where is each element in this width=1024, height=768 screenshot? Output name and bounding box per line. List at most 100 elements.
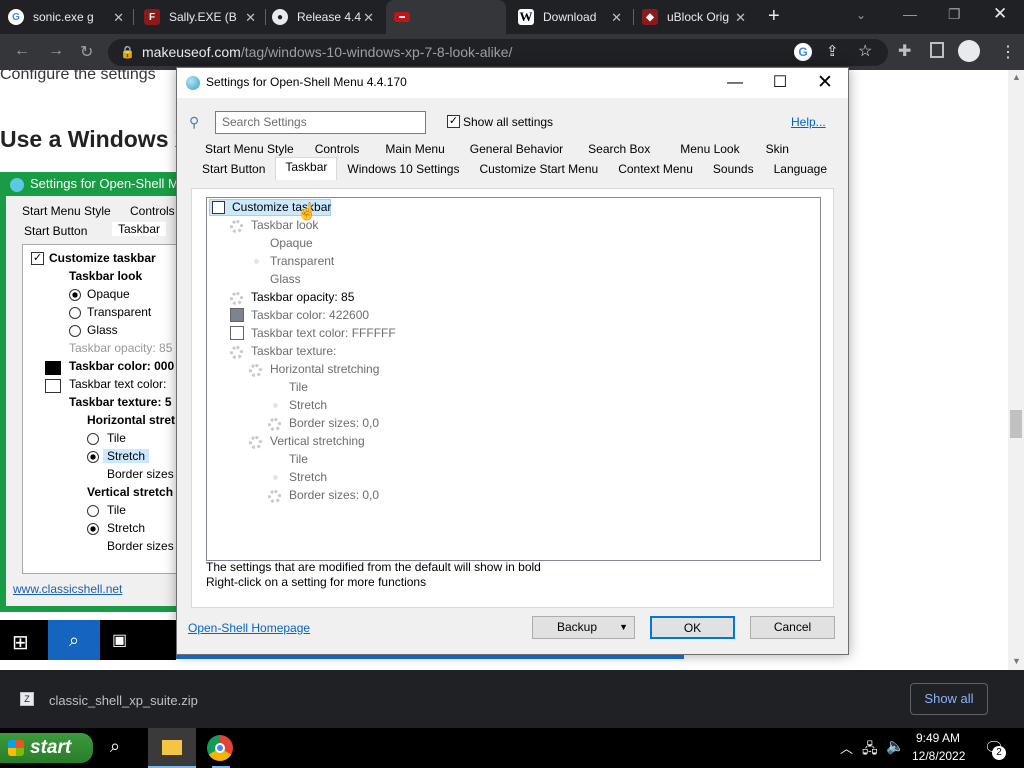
image-tree: ✓ Customize taskbar Taskbar look Opaque … [22,244,182,574]
tree-item-color[interactable]: Taskbar color: 422600 [251,306,369,324]
download-filename[interactable]: classic_shell_xp_suite.zip [49,693,198,708]
text-color-swatch [230,326,244,340]
show-all-checkbox[interactable]: ✓ [447,115,460,128]
chevron-up-icon[interactable]: ︿ [840,738,853,757]
cancel-button[interactable]: Cancel [750,616,835,639]
classicshell-link[interactable]: www.classicshell.net [13,582,122,596]
homepage-link[interactable]: Open-Shell Homepage [188,621,310,635]
close-tab-icon[interactable]: ✕ [611,10,622,26]
open-shell-icon [10,178,24,192]
share-icon[interactable]: ⇪ [826,42,839,60]
volume-icon[interactable]: 🔈 [886,737,905,755]
browser-tab[interactable]: F Sally.EXE (B ✕ [144,0,264,34]
search-icon: ⌕ [48,620,100,660]
tree-item-horizontal[interactable]: Horizontal stretching [270,360,379,378]
minimize-icon[interactable]: — [712,68,758,98]
tab-taskbar[interactable]: Taskbar [275,157,338,180]
tab-main-menu[interactable]: Main Menu [370,139,459,159]
close-window-icon[interactable]: ✕ [993,4,1007,24]
tab-search-box[interactable]: Search Box [573,139,665,159]
scroll-up-icon[interactable]: ▲ [1012,72,1021,82]
sidebar-icon[interactable] [930,42,944,58]
help-link[interactable]: Help... [791,115,826,129]
backup-button[interactable]: Backup ▼ [532,616,635,639]
close-tab-icon[interactable]: ✕ [363,10,374,26]
image-tree-item: Tile [107,431,126,445]
close-icon[interactable]: ✕ [802,68,848,98]
tab-sounds[interactable]: Sounds [703,159,764,179]
radio-icon [87,505,99,517]
show-all-button[interactable]: Show all [910,683,988,715]
page-scrollbar[interactable]: ▲ ▼ [1008,70,1024,670]
tree-item-tile[interactable]: Tile [289,378,308,396]
search-settings-input[interactable]: Search Settings [215,111,426,134]
google-lens-icon[interactable]: G [794,43,812,61]
start-button[interactable]: start [0,733,93,763]
tree-item-opaque[interactable]: Opaque [270,234,313,252]
tree-item-vertical[interactable]: Vertical stretching [270,432,365,450]
forward-icon[interactable]: → [48,42,64,60]
tree-item-texture[interactable]: Taskbar texture: [251,342,336,360]
image-tree-item: Glass [87,323,118,337]
tab-customize-start-menu[interactable]: Customize Start Menu [469,159,608,179]
settings-tree[interactable]: Customize taskbar ☝ Taskbar look Opaque … [206,197,821,561]
bold-note: The settings that are modified from the … [206,560,541,574]
menu-icon[interactable]: ⋮ [1000,42,1016,62]
restore-icon[interactable]: ❐ [948,6,961,23]
image-tree-item: Taskbar opacity: 85 [69,341,173,355]
reload-icon[interactable]: ↻ [80,42,93,62]
tree-item-text-color[interactable]: Taskbar text color: FFFFFF [251,324,396,342]
tab-context-menu[interactable]: Context Menu [608,159,703,179]
browser-tab[interactable]: G sonic.exe g ✕ [8,0,132,34]
close-tab-icon[interactable]: ✕ [735,10,746,26]
image-tab: Controls [130,204,175,218]
minimize-icon[interactable]: — [903,6,917,22]
close-tab-icon[interactable]: ✕ [113,10,124,26]
tab-general-behavior[interactable]: General Behavior [460,139,573,159]
tree-item-glass[interactable]: Glass [270,270,301,288]
network-icon[interactable]: 🖧 [862,738,878,762]
new-tab-button[interactable]: + [768,5,780,28]
close-tab-icon[interactable]: ✕ [245,10,256,26]
browser-tab[interactable]: ● Release 4.4 ✕ [272,0,382,34]
file-explorer-button[interactable] [148,728,196,768]
tab-start-menu-style[interactable]: Start Menu Style [195,139,304,159]
address-bar[interactable]: 🔒 makeuseof.com/tag/windows-10-windows-x… [108,39,888,66]
back-icon[interactable]: ← [14,42,30,60]
chrome-icon[interactable] [207,735,233,761]
clock-date[interactable]: 12/8/2022 [912,749,965,763]
tab-menu-look[interactable]: Menu Look [665,139,754,159]
profile-avatar[interactable] [958,40,980,62]
ok-button[interactable]: OK [650,616,735,639]
tree-item-border-sizes[interactable]: Border sizes: 0,0 [289,486,379,504]
browser-tab-active[interactable]: ▬ [386,0,506,34]
browser-tab[interactable]: ◆ uBlock Orig ✕ [642,0,754,34]
maximize-icon[interactable]: ☐ [757,68,803,98]
dialog-titlebar[interactable]: Settings for Open-Shell Menu 4.4.170 — ☐… [177,68,848,98]
tab-skin[interactable]: Skin [755,139,800,159]
search-icon[interactable]: ⌕ [110,736,120,757]
tab-search-icon[interactable]: ⌄ [856,8,866,22]
tree-item-border-sizes[interactable]: Border sizes: 0,0 [289,414,379,432]
tree-item-stretch[interactable]: Stretch [289,468,327,486]
tree-item-stretch[interactable]: Stretch [289,396,327,414]
downloads-bar: Z classic_shell_xp_suite.zip Show all [0,670,1024,728]
tab-start-button[interactable]: Start Button [192,159,275,179]
bookmark-star-icon[interactable]: ☆ [858,41,872,61]
tree-item-taskbar-look[interactable]: Taskbar look [251,216,318,234]
tree-item-tile[interactable]: Tile [289,450,308,468]
tree-item-opacity[interactable]: Taskbar opacity: 85 [251,288,354,306]
scrollbar-thumb[interactable] [1010,410,1022,438]
scroll-down-icon[interactable]: ▼ [1012,656,1021,666]
tab-language[interactable]: Language [764,159,837,179]
browser-tab[interactable]: W Download ✕ [518,0,630,34]
extensions-icon[interactable]: ✚ [898,41,911,61]
image-tree-item: Horizontal stret [87,413,176,427]
tab-favicon-icon: ▬ [394,12,410,22]
clock-time[interactable]: 9:49 AM [916,731,960,745]
tree-item-transparent[interactable]: Transparent [270,252,334,270]
customize-taskbar-checkbox[interactable] [212,201,225,214]
tab-windows-10-settings[interactable]: Windows 10 Settings [337,159,469,179]
gear-icon [249,436,262,449]
tab-controls[interactable]: Controls [304,139,371,159]
